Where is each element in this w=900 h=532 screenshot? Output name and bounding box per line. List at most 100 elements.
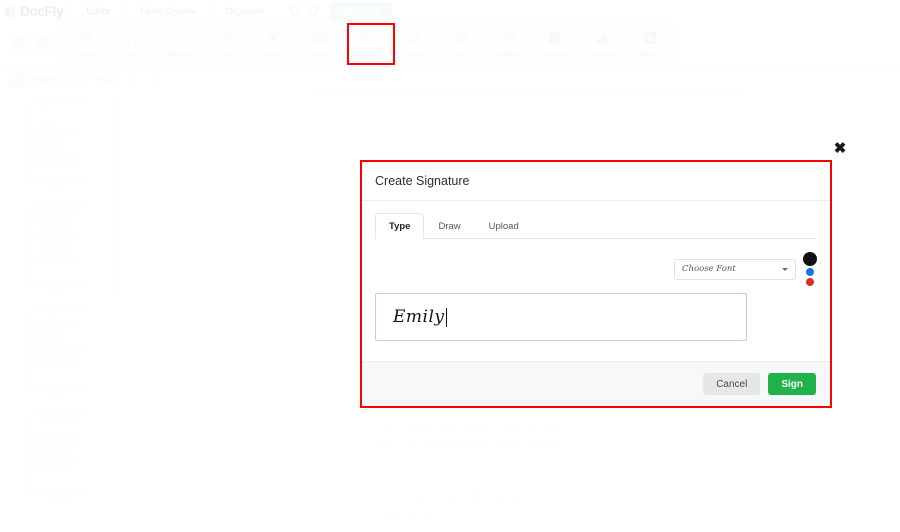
tool-link-label: Link	[454, 49, 468, 58]
menu-tab-editor-label: Editor	[86, 5, 112, 17]
shapes-icon	[594, 29, 610, 46]
tool-whiteout[interactable]: Whiteout	[156, 22, 203, 65]
font-select-value: Choose Font	[682, 264, 736, 274]
zoom-in-button[interactable]	[33, 33, 53, 54]
document-line-number: 2.	[340, 492, 347, 501]
close-modal-button[interactable]: ✖	[832, 140, 848, 156]
page-number-value: 1	[68, 74, 73, 84]
thumbnail-item[interactable]: Page 1	[0, 103, 119, 207]
undo-icon[interactable]	[288, 5, 301, 18]
menu-tab-organize-label: Organize	[225, 5, 265, 17]
modal-footer: Cancel Sign	[362, 361, 830, 406]
tool-draw[interactable]: Draw	[391, 22, 438, 65]
document-line-text: Example of UOML API in C.	[374, 509, 468, 518]
link-chain-icon	[453, 29, 469, 46]
tool-select-label: Select	[74, 49, 96, 58]
divider	[176, 65, 178, 93]
prev-page-button[interactable]	[122, 70, 140, 88]
tool-signature-label: Signature	[350, 49, 384, 58]
tool-shapes[interactable]: Shapes	[579, 22, 626, 65]
thumbnail-item[interactable]: Page 2	[0, 207, 119, 311]
tab-upload-label: Upload	[488, 220, 519, 232]
docfly-logo[interactable]: DocFly	[0, 0, 71, 22]
page-navigation-bar: Page 1 of 12	[0, 65, 900, 93]
thumbnail-label: Page 4	[46, 498, 73, 507]
page-number-select[interactable]: 1	[61, 71, 89, 87]
save-button-label: Save	[358, 5, 382, 17]
color-swatch-blue[interactable]	[806, 268, 814, 276]
page-thumbnail-rail[interactable]: Page 1 Page 2 Page 3 Page 4	[0, 93, 120, 532]
thumbnail-item[interactable]: Page 4	[0, 415, 119, 519]
tool-image-label: Image	[309, 49, 331, 58]
menu-tab-form-creator-label: Form Creator	[140, 5, 197, 17]
color-swatch-red[interactable]	[806, 278, 814, 286]
sign-button[interactable]: Sign	[768, 373, 816, 395]
page-thumbnail-preview	[29, 207, 90, 287]
menu-tab-form-creator[interactable]: Form Creator	[125, 0, 211, 22]
tool-icons-label: Icons	[640, 49, 659, 58]
page-label: Page	[33, 74, 55, 84]
tab-type[interactable]: Type	[375, 213, 425, 239]
chevron-down-icon	[782, 267, 788, 271]
tool-select[interactable]: Select	[62, 22, 109, 65]
cross-x-icon	[265, 29, 281, 46]
document-line-text: Case 6: Write and make comments to UOML …	[374, 441, 567, 450]
menu-tab-organize[interactable]: Organize	[210, 0, 279, 22]
tab-type-label: Type	[389, 220, 411, 232]
thumbnail-label: Page 3	[46, 394, 73, 403]
tool-list: Select A Text Whiteout Check Cross Image…	[61, 22, 674, 65]
brand-name: DocFly	[20, 3, 64, 19]
document-text-line: 2. Detailed usage for all the UOML Instru…	[340, 488, 717, 505]
page-thumbnail-preview	[29, 311, 90, 391]
signature-text-input[interactable]: Emily	[375, 293, 747, 341]
modal-header: Create Signature	[362, 162, 830, 201]
next-page-button[interactable]	[147, 70, 165, 88]
font-select-dropdown[interactable]: Choose Font	[674, 258, 796, 280]
thumbnail-label: Page 2	[46, 290, 73, 299]
color-swatch-black[interactable]	[803, 252, 817, 266]
thumbnail-item[interactable]: Page 3	[0, 311, 119, 415]
tool-check-label: Check	[215, 49, 237, 58]
tool-signature[interactable]: Signature	[344, 22, 391, 65]
image-icon	[312, 29, 328, 46]
menu-tab-editor[interactable]: Editor	[71, 0, 126, 22]
redo-icon[interactable]	[307, 5, 320, 18]
color-swatch-group	[803, 252, 817, 286]
tool-blackout[interactable]: Blackout	[532, 22, 579, 65]
pencil-icon	[406, 29, 422, 46]
zoom-out-button[interactable]	[8, 33, 28, 54]
tool-draw-label: Draw	[405, 49, 423, 58]
grid-view-button[interactable]	[8, 70, 26, 88]
tool-highlight[interactable]: Highlight	[485, 22, 532, 65]
tool-link[interactable]: Link	[438, 22, 485, 65]
document-line-text: Case 5: Send documents to fax or cell ph…	[374, 424, 564, 433]
tool-image[interactable]: Image	[297, 22, 344, 65]
close-icon: ✖	[833, 139, 847, 157]
document-text-line: Case 5: Send documents to fax or cell ph…	[340, 420, 717, 437]
top-menu-bar: DocFly Editor Form Creator Organize Save	[0, 0, 900, 22]
document-line-number: 3.	[340, 509, 347, 518]
tab-draw-label: Draw	[438, 220, 461, 232]
checkmark-icon	[218, 29, 234, 46]
save-button[interactable]: Save	[330, 1, 393, 21]
cancel-button[interactable]: Cancel	[703, 373, 761, 395]
zoom-controls	[0, 22, 61, 65]
tool-icons[interactable]: Icons	[626, 22, 673, 65]
text-cursor	[445, 307, 447, 327]
tool-text-label: Text	[125, 49, 139, 58]
rail-scrollbar[interactable]	[112, 97, 116, 295]
tool-whiteout-label: Whiteout	[164, 49, 194, 58]
tool-check[interactable]: Check	[203, 22, 250, 65]
modal-body: Type Draw Upload Choose Font Emily	[362, 201, 830, 361]
tab-upload[interactable]: Upload	[475, 213, 533, 238]
tool-blackout-label: Blackout	[540, 49, 570, 58]
tool-text[interactable]: A Text	[109, 22, 156, 65]
document-line-text: Detailed usage for all the UOML Instruct…	[374, 492, 525, 501]
chevron-right-icon	[154, 75, 159, 83]
page-thumbnail-preview	[29, 415, 90, 495]
tool-cross[interactable]: Cross	[250, 22, 297, 65]
document-text-line: Case 6: Write and make comments to UOML …	[340, 437, 717, 454]
text-a-icon: A	[124, 29, 140, 46]
tab-draw[interactable]: Draw	[424, 213, 474, 238]
modal-title: Create Signature	[375, 174, 470, 188]
